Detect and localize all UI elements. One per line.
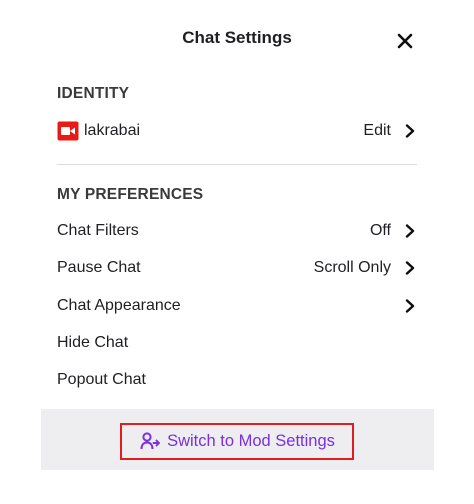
chat-filters-value: Off: [369, 222, 391, 239]
chat-filters-label: Chat Filters: [57, 222, 139, 239]
chevron-right-icon: [403, 260, 417, 276]
popout-chat-row[interactable]: Popout Chat: [57, 367, 417, 393]
switch-to-mod-settings-button[interactable]: Switch to Mod Settings: [120, 423, 354, 460]
chevron-right-icon: [403, 123, 417, 139]
chat-filters-row[interactable]: Chat Filters Off: [57, 218, 417, 244]
divider: [57, 164, 417, 165]
identity-row[interactable]: lakrabai Edit: [57, 118, 417, 144]
close-icon: [397, 33, 413, 49]
chat-appearance-row[interactable]: Chat Appearance: [57, 293, 417, 319]
popout-chat-label: Popout Chat: [57, 371, 146, 388]
pause-chat-value: Scroll Only: [313, 259, 391, 276]
close-button[interactable]: [392, 28, 418, 54]
chevron-right-icon: [403, 298, 417, 314]
pause-chat-label: Pause Chat: [57, 259, 141, 276]
identity-heading: IDENTITY: [57, 85, 130, 102]
username: lakrabai: [84, 122, 141, 139]
user-switch-icon: [139, 431, 161, 453]
edit-label[interactable]: Edit: [363, 122, 391, 140]
hide-chat-row[interactable]: Hide Chat: [57, 330, 417, 356]
chat-appearance-label: Chat Appearance: [57, 297, 181, 314]
pause-chat-row[interactable]: Pause Chat Scroll Only: [57, 255, 417, 281]
preferences-heading: MY PREFERENCES: [57, 186, 204, 203]
video-camera-icon: [57, 121, 79, 141]
hide-chat-label: Hide Chat: [57, 334, 129, 351]
chevron-right-icon: [403, 223, 417, 239]
mod-settings-label: Switch to Mod Settings: [167, 432, 335, 450]
